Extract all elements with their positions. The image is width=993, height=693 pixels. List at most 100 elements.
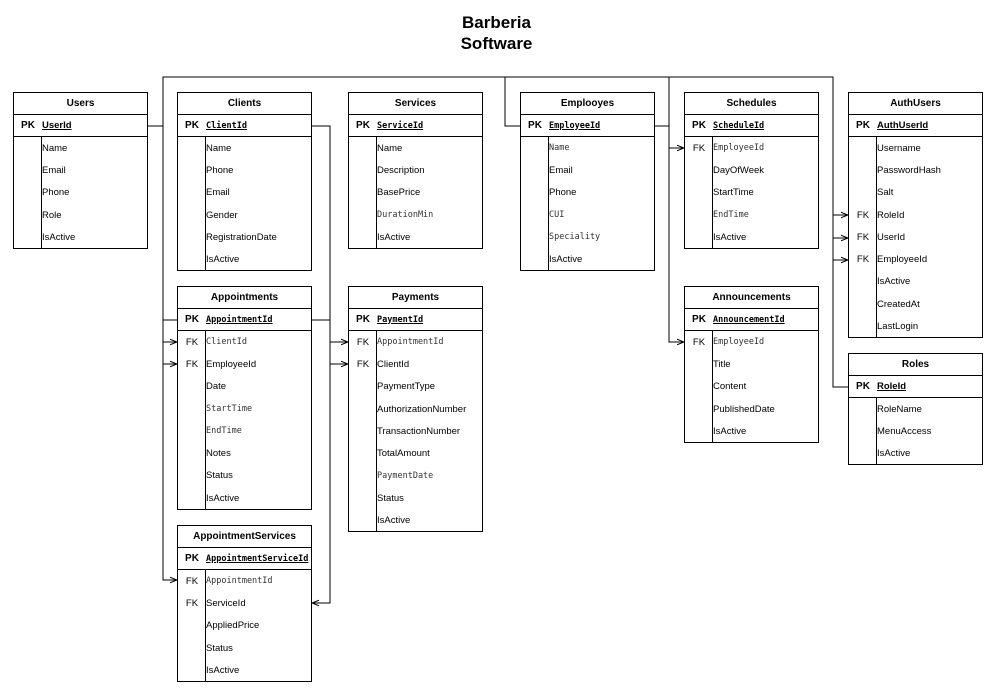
field-name: Status [377,492,404,504]
field-name: Content [713,381,747,393]
field-name: IsActive [877,448,911,460]
field-name: IsActive [42,231,76,243]
field-row: Phone [178,159,311,181]
field-row: PK AuthUserId [849,115,982,137]
field-name: MenuAccess [877,425,932,437]
field-row: Phone [521,182,654,204]
field-row: CreatedAt [849,293,982,315]
table-users-header: Users [14,93,147,115]
connector-authusers-employeeid [832,238,848,260]
field-name: PaymentId [377,314,424,325]
field-name: AppointmentId [206,314,273,325]
field-row: PK ServiceId [349,115,482,137]
field-name: Status [206,642,233,654]
field-row: PK PaymentId [349,309,482,331]
table-announcements[interactable]: Announcements PK AnnouncementId FK Employe… [684,286,819,443]
table-employees[interactable]: Emplooyes PK EmployeeId Name Email Phone … [520,92,655,271]
connector-appointments-appointmentservices [162,319,177,580]
field-row: PK ClientId [178,115,311,137]
field-row: FK AppointmentId [178,570,311,592]
table-authusers[interactable]: AuthUsers PK AuthUserId Username Password… [848,92,983,338]
field-row: Name [521,137,654,159]
table-users[interactable]: Users PK UserId Name Email Phone Role IsA… [13,92,148,249]
field-name: ServiceId [206,597,246,609]
field-row: StartTime [685,182,818,204]
field-name: Date [206,381,227,393]
field-name: StartTime [206,404,253,415]
field-name: UserId [42,120,72,131]
field-row: RegistrationDate [178,226,311,248]
field-name: Speciality [549,232,601,243]
field-name: EmployeeId [713,337,765,348]
field-row: Name [178,137,311,159]
field-row: PK RoleId [849,376,982,398]
table-authusers-header: AuthUsers [849,93,982,115]
connector-clients-payments [312,125,348,364]
table-appointments[interactable]: Appointments PK AppointmentId FK ClientId … [177,286,312,510]
field-row: PK EmployeeId [521,115,654,137]
field-name: PaymentType [377,381,436,393]
field-name: Description [377,164,425,176]
field-row: IsActive [685,226,818,248]
field-name: Salt [877,187,894,199]
connector-employees-schedules [655,125,684,148]
table-schedules[interactable]: Schedules PK ScheduleId FK EmployeeId DayO… [684,92,819,249]
table-schedules-header: Schedules [685,93,818,115]
field-name: Name [549,143,570,154]
field-name: Phone [42,187,70,199]
field-name: AppointmentId [206,576,273,587]
diagram-title-line-1: Barberia [462,13,531,32]
field-row: IsActive [349,509,482,531]
connector-employees-authusers [655,77,670,127]
field-row: Speciality [521,226,654,248]
table-appointments-header: Appointments [178,287,311,309]
table-announcements-header: Announcements [685,287,818,309]
field-name: CUI [549,210,565,221]
field-row: PublishedDate [685,398,818,420]
field-row: Title [685,353,818,375]
field-row: PK UserId [14,115,147,137]
field-row: PaymentType [349,376,482,398]
field-name: PaymentDate [377,470,434,481]
table-payments[interactable]: Payments PK PaymentId FK AppointmentId FK C… [348,286,483,532]
field-row: FK EmployeeId [849,248,982,270]
field-row: IsActive [178,248,311,270]
field-row: CUI [521,204,654,226]
field-row: IsActive [849,443,982,465]
field-row: PK AnnouncementId [685,309,818,331]
field-row: Status [178,465,311,487]
field-row: DurationMin [349,204,482,226]
connector-roles-authusers [832,215,848,388]
field-row: TransactionNumber [349,420,482,442]
field-name: Email [549,164,573,176]
field-name: DurationMin [377,210,434,221]
field-name: StartTime [713,187,754,199]
field-row: Description [349,159,482,181]
connector-employees-announcements [668,126,684,342]
field-name: Gender [206,209,238,221]
table-clients-header: Clients [178,93,311,115]
table-appointmentservices[interactable]: AppointmentServices PK AppointmentService… [177,525,312,682]
field-row: BasePrice [349,182,482,204]
field-row: Phone [14,182,147,204]
field-row: LastLogin [849,315,982,337]
field-row: EndTime [685,204,818,226]
table-services[interactable]: Services PK ServiceId Name Description Ba… [348,92,483,249]
field-name: ClientId [206,337,247,348]
table-employees-header: Emplooyes [521,93,654,115]
field-row: FK EmployeeId [178,353,311,375]
field-row: Email [521,159,654,181]
field-name: EmployeeId [549,120,601,131]
field-name: IsActive [206,254,240,266]
field-row: RoleName [849,398,982,420]
field-row: FK UserId [849,226,982,248]
field-name: PasswordHash [877,164,941,176]
field-row: IsActive [521,248,654,270]
field-row: FK AppointmentId [349,331,482,353]
field-name: EmployeeId [877,254,928,266]
table-clients[interactable]: Clients PK ClientId Name Phone Email Gend… [177,92,312,271]
field-row: DayOfWeek [685,159,818,181]
table-roles[interactable]: Roles PK RoleId RoleName MenuAccess IsAct… [848,353,983,465]
connector-appointments-payments [312,319,348,342]
field-name: UserId [877,231,905,243]
